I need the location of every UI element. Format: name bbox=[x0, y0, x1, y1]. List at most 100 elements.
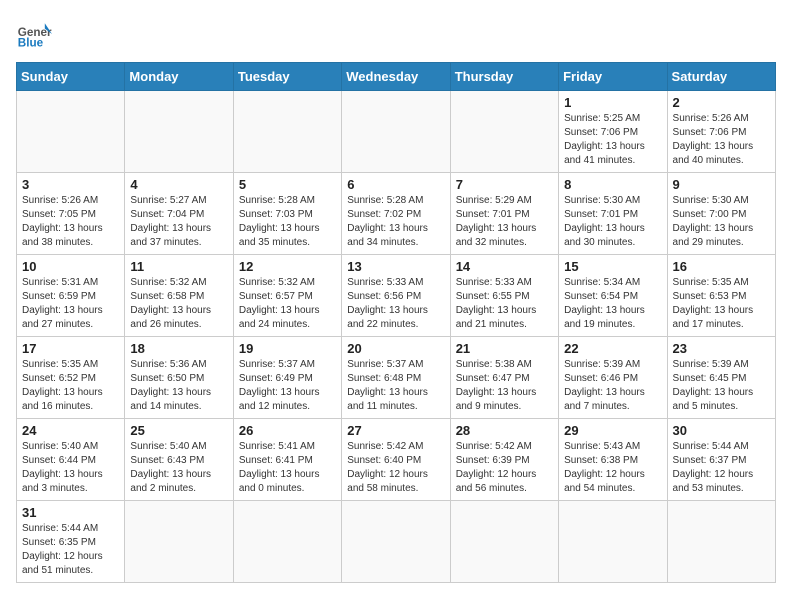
day-info: Sunrise: 5:29 AM Sunset: 7:01 PM Dayligh… bbox=[456, 194, 553, 250]
day-info: Sunrise: 5:41 AM Sunset: 6:41 PM Dayligh… bbox=[239, 440, 336, 496]
day-number: 28 bbox=[456, 423, 553, 438]
calendar-cell: 16 Sunrise: 5:35 AM Sunset: 6:53 PM Dayli… bbox=[667, 255, 775, 337]
calendar-cell: 2 Sunrise: 5:26 AM Sunset: 7:06 PM Daylig… bbox=[667, 91, 775, 173]
day-info: Sunrise: 5:30 AM Sunset: 7:01 PM Dayligh… bbox=[564, 194, 661, 250]
calendar-cell bbox=[125, 91, 233, 173]
day-info: Sunrise: 5:27 AM Sunset: 7:04 PM Dayligh… bbox=[130, 194, 227, 250]
week-row-4: 24 Sunrise: 5:40 AM Sunset: 6:44 PM Dayli… bbox=[17, 419, 776, 501]
calendar-cell: 28Sunrise: 5:42 AM Sunset: 6:39 PM Dayli… bbox=[450, 419, 558, 501]
day-number: 19 bbox=[239, 341, 336, 356]
day-info: Sunrise: 5:34 AM Sunset: 6:54 PM Dayligh… bbox=[564, 276, 661, 332]
calendar-cell: 10 Sunrise: 5:31 AM Sunset: 6:59 PM Dayli… bbox=[17, 255, 125, 337]
calendar-cell: 30Sunrise: 5:44 AM Sunset: 6:37 PM Dayli… bbox=[667, 419, 775, 501]
day-number: 21 bbox=[456, 341, 553, 356]
day-info: Sunrise: 5:26 AM Sunset: 7:06 PM Dayligh… bbox=[673, 112, 770, 168]
calendar-cell bbox=[233, 501, 341, 583]
calendar-cell bbox=[559, 501, 667, 583]
calendar-cell: 15 Sunrise: 5:34 AM Sunset: 6:54 PM Dayli… bbox=[559, 255, 667, 337]
day-number: 24 bbox=[22, 423, 119, 438]
day-number: 17 bbox=[22, 341, 119, 356]
day-number: 27 bbox=[347, 423, 444, 438]
calendar-header: SundayMondayTuesdayWednesdayThursdayFrid… bbox=[17, 63, 776, 91]
calendar-cell: 7 Sunrise: 5:29 AM Sunset: 7:01 PM Daylig… bbox=[450, 173, 558, 255]
day-info: Sunrise: 5:37 AM Sunset: 6:49 PM Dayligh… bbox=[239, 358, 336, 414]
day-number: 8 bbox=[564, 177, 661, 192]
logo-icon: General Blue bbox=[16, 16, 52, 52]
calendar-cell: 27 Sunrise: 5:42 AM Sunset: 6:40 PM Dayli… bbox=[342, 419, 450, 501]
calendar-body: 1Sunrise: 5:25 AM Sunset: 7:06 PM Daylig… bbox=[17, 91, 776, 583]
calendar-cell: 14Sunrise: 5:33 AM Sunset: 6:55 PM Dayli… bbox=[450, 255, 558, 337]
day-number: 31 bbox=[22, 505, 119, 520]
calendar-cell: 8 Sunrise: 5:30 AM Sunset: 7:01 PM Daylig… bbox=[559, 173, 667, 255]
day-info: Sunrise: 5:31 AM Sunset: 6:59 PM Dayligh… bbox=[22, 276, 119, 332]
calendar-cell: 3 Sunrise: 5:26 AM Sunset: 7:05 PM Daylig… bbox=[17, 173, 125, 255]
day-number: 6 bbox=[347, 177, 444, 192]
day-info: Sunrise: 5:43 AM Sunset: 6:38 PM Dayligh… bbox=[564, 440, 661, 496]
calendar-cell: 11Sunrise: 5:32 AM Sunset: 6:58 PM Dayli… bbox=[125, 255, 233, 337]
calendar-cell: 18Sunrise: 5:36 AM Sunset: 6:50 PM Dayli… bbox=[125, 337, 233, 419]
day-number: 14 bbox=[456, 259, 553, 274]
calendar-cell bbox=[450, 501, 558, 583]
calendar-cell: 9Sunrise: 5:30 AM Sunset: 7:00 PM Daylig… bbox=[667, 173, 775, 255]
header-day-monday: Monday bbox=[125, 63, 233, 91]
calendar-cell: 26Sunrise: 5:41 AM Sunset: 6:41 PM Dayli… bbox=[233, 419, 341, 501]
week-row-5: 31 Sunrise: 5:44 AM Sunset: 6:35 PM Dayli… bbox=[17, 501, 776, 583]
day-info: Sunrise: 5:36 AM Sunset: 6:50 PM Dayligh… bbox=[130, 358, 227, 414]
week-row-0: 1Sunrise: 5:25 AM Sunset: 7:06 PM Daylig… bbox=[17, 91, 776, 173]
day-info: Sunrise: 5:40 AM Sunset: 6:44 PM Dayligh… bbox=[22, 440, 119, 496]
day-info: Sunrise: 5:33 AM Sunset: 6:56 PM Dayligh… bbox=[347, 276, 444, 332]
day-number: 23 bbox=[673, 341, 770, 356]
day-info: Sunrise: 5:44 AM Sunset: 6:35 PM Dayligh… bbox=[22, 522, 119, 578]
day-number: 30 bbox=[673, 423, 770, 438]
day-info: Sunrise: 5:38 AM Sunset: 6:47 PM Dayligh… bbox=[456, 358, 553, 414]
calendar-cell bbox=[450, 91, 558, 173]
day-info: Sunrise: 5:40 AM Sunset: 6:43 PM Dayligh… bbox=[130, 440, 227, 496]
day-number: 13 bbox=[347, 259, 444, 274]
day-number: 16 bbox=[673, 259, 770, 274]
calendar-cell: 12Sunrise: 5:32 AM Sunset: 6:57 PM Dayli… bbox=[233, 255, 341, 337]
calendar-cell: 29 Sunrise: 5:43 AM Sunset: 6:38 PM Dayli… bbox=[559, 419, 667, 501]
day-info: Sunrise: 5:37 AM Sunset: 6:48 PM Dayligh… bbox=[347, 358, 444, 414]
calendar-cell: 24 Sunrise: 5:40 AM Sunset: 6:44 PM Dayli… bbox=[17, 419, 125, 501]
calendar-cell bbox=[17, 91, 125, 173]
logo: General Blue bbox=[16, 16, 52, 52]
calendar-cell bbox=[342, 501, 450, 583]
calendar-cell: 5Sunrise: 5:28 AM Sunset: 7:03 PM Daylig… bbox=[233, 173, 341, 255]
calendar-cell: 6Sunrise: 5:28 AM Sunset: 7:02 PM Daylig… bbox=[342, 173, 450, 255]
day-number: 2 bbox=[673, 95, 770, 110]
calendar-cell: 21 Sunrise: 5:38 AM Sunset: 6:47 PM Dayli… bbox=[450, 337, 558, 419]
calendar-cell bbox=[125, 501, 233, 583]
day-number: 10 bbox=[22, 259, 119, 274]
calendar-cell: 19 Sunrise: 5:37 AM Sunset: 6:49 PM Dayli… bbox=[233, 337, 341, 419]
calendar-cell: 25Sunrise: 5:40 AM Sunset: 6:43 PM Dayli… bbox=[125, 419, 233, 501]
header-day-thursday: Thursday bbox=[450, 63, 558, 91]
day-number: 1 bbox=[564, 95, 661, 110]
day-info: Sunrise: 5:39 AM Sunset: 6:46 PM Dayligh… bbox=[564, 358, 661, 414]
week-row-2: 10 Sunrise: 5:31 AM Sunset: 6:59 PM Dayli… bbox=[17, 255, 776, 337]
day-number: 7 bbox=[456, 177, 553, 192]
day-number: 20 bbox=[347, 341, 444, 356]
day-number: 5 bbox=[239, 177, 336, 192]
calendar-cell: 23Sunrise: 5:39 AM Sunset: 6:45 PM Dayli… bbox=[667, 337, 775, 419]
calendar-cell bbox=[233, 91, 341, 173]
day-number: 4 bbox=[130, 177, 227, 192]
calendar-cell: 31 Sunrise: 5:44 AM Sunset: 6:35 PM Dayli… bbox=[17, 501, 125, 583]
calendar-cell: 4 Sunrise: 5:27 AM Sunset: 7:04 PM Daylig… bbox=[125, 173, 233, 255]
day-number: 15 bbox=[564, 259, 661, 274]
day-number: 3 bbox=[22, 177, 119, 192]
day-number: 11 bbox=[130, 259, 227, 274]
svg-text:Blue: Blue bbox=[18, 37, 44, 50]
day-info: Sunrise: 5:35 AM Sunset: 6:53 PM Dayligh… bbox=[673, 276, 770, 332]
calendar-cell: 22Sunrise: 5:39 AM Sunset: 6:46 PM Dayli… bbox=[559, 337, 667, 419]
day-number: 29 bbox=[564, 423, 661, 438]
calendar-cell: 17 Sunrise: 5:35 AM Sunset: 6:52 PM Dayli… bbox=[17, 337, 125, 419]
day-info: Sunrise: 5:32 AM Sunset: 6:57 PM Dayligh… bbox=[239, 276, 336, 332]
header-day-friday: Friday bbox=[559, 63, 667, 91]
calendar-cell bbox=[342, 91, 450, 173]
day-info: Sunrise: 5:42 AM Sunset: 6:40 PM Dayligh… bbox=[347, 440, 444, 496]
week-row-1: 3 Sunrise: 5:26 AM Sunset: 7:05 PM Daylig… bbox=[17, 173, 776, 255]
header-day-tuesday: Tuesday bbox=[233, 63, 341, 91]
day-info: Sunrise: 5:35 AM Sunset: 6:52 PM Dayligh… bbox=[22, 358, 119, 414]
day-info: Sunrise: 5:30 AM Sunset: 7:00 PM Dayligh… bbox=[673, 194, 770, 250]
day-info: Sunrise: 5:26 AM Sunset: 7:05 PM Dayligh… bbox=[22, 194, 119, 250]
